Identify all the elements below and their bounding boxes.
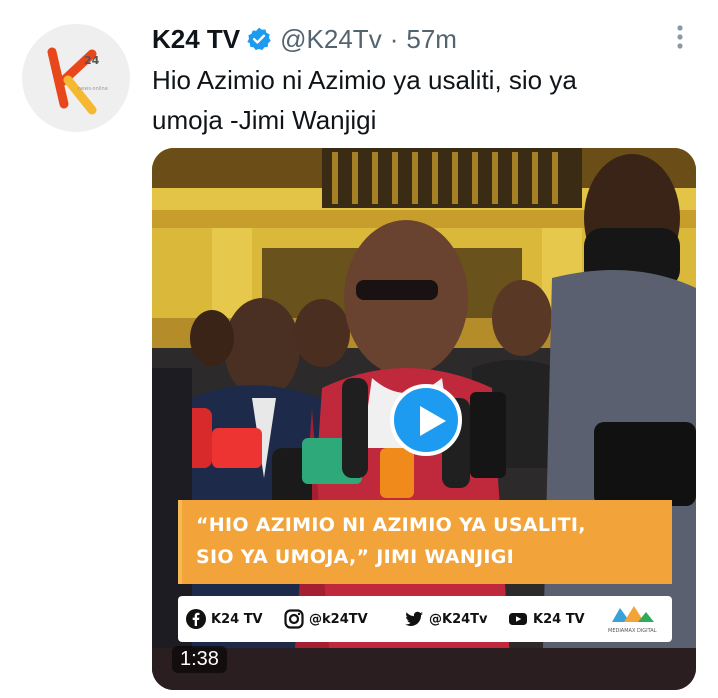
social-bar: K24 TV @k24TV @K24Tv K24 TV MEDIAMAX DIG… <box>178 596 672 642</box>
svg-text:news·online: news·online <box>78 86 108 92</box>
twitter-bird-icon <box>405 611 423 626</box>
account-name[interactable]: K24 TV <box>152 24 240 55</box>
youtube-icon <box>509 613 527 625</box>
header-separator: · <box>389 23 399 54</box>
social-youtube: K24 TV <box>508 596 585 642</box>
tweet-timestamp[interactable]: 57m <box>406 24 457 55</box>
tweet-text-line: Hio Azimio ni Azimio ya usaliti, sio ya <box>152 65 577 95</box>
social-label: K24 TV <box>533 611 585 627</box>
k24-logo-icon: 24 news·online <box>47 47 108 115</box>
instagram-icon <box>284 609 304 629</box>
svg-text:MEDIAMAX DIGITAL: MEDIAMAX DIGITAL <box>608 628 657 634</box>
account-avatar[interactable]: 24 news·online <box>22 24 130 132</box>
social-label: @k24TV <box>309 611 368 627</box>
facebook-icon <box>186 609 206 629</box>
tweet-card[interactable]: 24 news·online K24 TV @K24Tv · 57m Hio A… <box>0 0 718 698</box>
tweet-text-line: umoja -Jimi Wanjigi <box>152 105 377 135</box>
social-label: K24 TV <box>211 611 263 627</box>
caption-line: SIO YA UMOJA,” JIMI WANJIGI <box>196 546 515 568</box>
caption-line: “HIO AZIMIO NI AZIMIO YA USALITI, <box>196 514 586 536</box>
more-options-icon[interactable] <box>672 24 688 50</box>
social-instagram: @k24TV <box>284 596 368 642</box>
svg-text:24: 24 <box>84 54 100 67</box>
video-caption: “HIO AZIMIO NI AZIMIO YA USALITI, SIO YA… <box>178 500 672 584</box>
play-icon <box>420 406 446 436</box>
social-twitter: @K24Tv <box>404 596 488 642</box>
mediamax-logo: MEDIAMAX DIGITAL <box>608 606 657 634</box>
verified-badge-icon <box>247 27 271 51</box>
video-player[interactable]: “HIO AZIMIO NI AZIMIO YA USALITI, SIO YA… <box>152 148 696 690</box>
account-handle[interactable]: @K24Tv <box>280 24 382 55</box>
play-button[interactable] <box>390 384 462 456</box>
social-label: @K24Tv <box>429 611 488 627</box>
tweet-header: K24 TV @K24Tv · 57m <box>152 22 457 56</box>
tweet-text: Hio Azimio ni Azimio ya usaliti, sio ya … <box>152 60 692 140</box>
video-duration: 1:38 <box>172 646 227 673</box>
social-facebook: K24 TV <box>186 596 263 642</box>
